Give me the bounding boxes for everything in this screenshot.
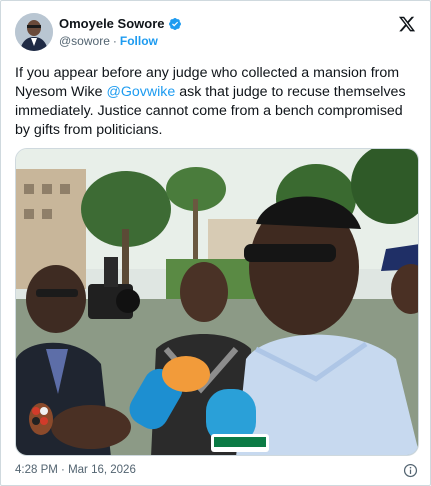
verified-badge-icon (169, 17, 182, 30)
mention-link[interactable]: @Govwike (106, 84, 175, 100)
tweet-header: Omoyele Sowore @sowore · Follow (15, 11, 418, 55)
tweet-footer: 4:28 PM · Mar 16, 2026 (15, 463, 420, 480)
x-logo-icon[interactable] (398, 15, 416, 33)
tweet-text: If you appear before any judge who colle… (15, 64, 419, 140)
handle[interactable]: @sowore (59, 34, 110, 48)
tweet-photo[interactable] (15, 148, 419, 456)
follow-button[interactable]: Follow (120, 34, 158, 48)
info-icon[interactable] (403, 463, 418, 478)
author-block: Omoyele Sowore @sowore · Follow (59, 16, 182, 48)
display-name[interactable]: Omoyele Sowore (59, 16, 164, 31)
tweet-card[interactable]: Omoyele Sowore @sowore · Follow If you a… (0, 0, 431, 486)
avatar[interactable] (15, 13, 53, 51)
tweet-time[interactable]: 4:28 PM (15, 464, 58, 476)
tweet-date[interactable]: Mar 16, 2026 (68, 464, 136, 476)
separator-dot: · (112, 34, 117, 48)
footer-separator: · (61, 464, 65, 476)
photo-icon (16, 149, 418, 455)
